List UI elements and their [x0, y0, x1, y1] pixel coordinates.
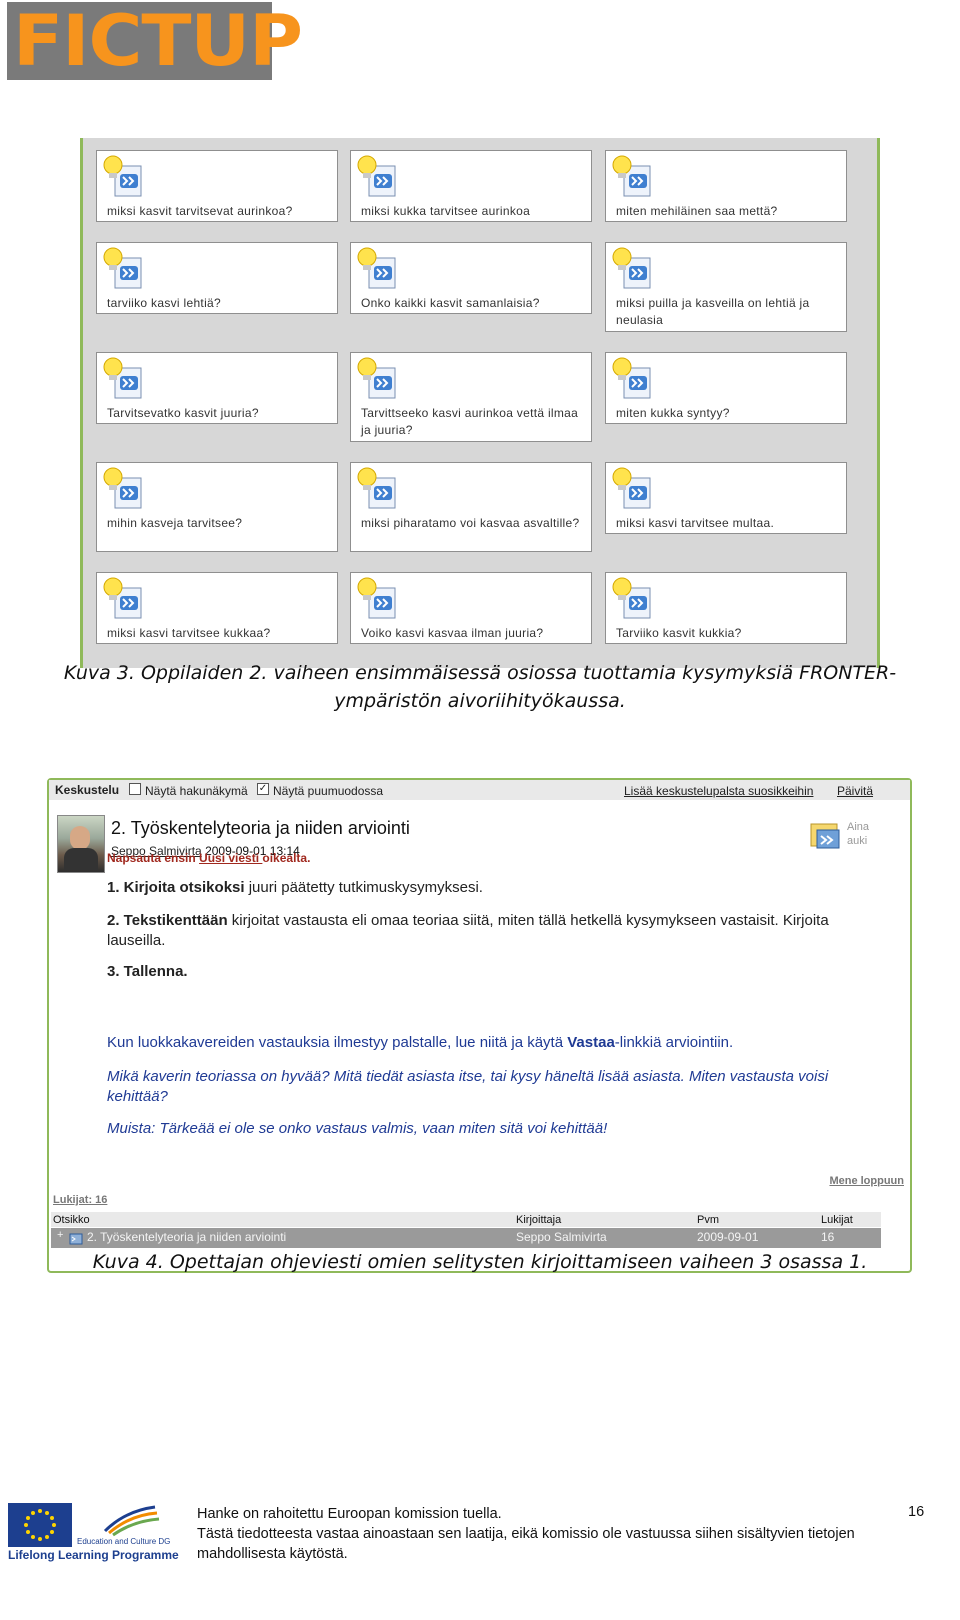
idea-lightbulb-icon	[103, 247, 142, 289]
brainstorm-question: miten mehiläinen saa mettä?	[616, 204, 778, 218]
search-view-checkbox[interactable]	[129, 783, 141, 795]
message-icon	[69, 1233, 83, 1245]
discussion-panel: Keskustelu Näytä hakunäkymä ✓ Näytä puum…	[47, 778, 912, 1273]
brainstorm-note[interactable]: mihin kasveja tarvitsee?	[96, 462, 338, 552]
row-date: 2009-09-01	[697, 1230, 759, 1244]
tree-view-label: Näytä puumuodossa	[273, 784, 384, 798]
idea-lightbulb-icon	[612, 577, 651, 619]
brainstorm-question: Tarvittseeko kasvi aurinkoa vettä ilmaa …	[361, 406, 579, 437]
idea-lightbulb-icon	[357, 467, 396, 509]
brainstorm-question: Tarviiko kasvit kukkia?	[616, 626, 742, 640]
brainstorm-note[interactable]: tarviiko kasvi lehtiä?	[96, 242, 338, 314]
tree-view-checkbox[interactable]: ✓	[257, 783, 269, 795]
brainstorm-question: Tarvitsevatko kasvit juuria?	[107, 406, 259, 420]
brainstorm-question: miksi kasvi tarvitsee multaa.	[616, 516, 775, 530]
brainstorm-question: miksi kasvit tarvitsevat aurinkoa?	[107, 204, 293, 218]
go-to-end-link[interactable]: Mene loppuun	[829, 1175, 904, 1187]
expand-icon[interactable]: +	[57, 1229, 63, 1241]
footer-line1: Hanke on rahoitettu Euroopan komission t…	[197, 1506, 502, 1522]
idea-lightbulb-icon	[612, 247, 651, 289]
search-view-label: Näytä hakunäkymä	[145, 784, 248, 798]
peer-review-instruction: Kun luokkakavereiden vastauksia ilmestyy…	[107, 1034, 734, 1051]
header-readers: Lukijat	[821, 1214, 853, 1226]
brainstorm-question: miksi piharatamo voi kasvaa asvaltille?	[361, 516, 580, 530]
new-message-link[interactable]: Uusi viesti	[199, 851, 262, 865]
footer-line2: Tästä tiedotteesta vastaa ainoastaan sen…	[197, 1526, 855, 1562]
brainstorm-note[interactable]: miten kukka syntyy?	[605, 352, 847, 424]
idea-lightbulb-icon	[357, 577, 396, 619]
brainstorm-note[interactable]: miksi piharatamo voi kasvaa asvaltille?	[350, 462, 592, 552]
instruction-red: Napsauta ensin Uusi viesti oikealta.	[107, 851, 311, 865]
header-title: Otsikko	[53, 1214, 90, 1226]
row-author: Seppo Salmivirta	[516, 1230, 607, 1244]
brainstorm-board: miksi kasvit tarvitsevat aurinkoa? miksi …	[80, 138, 880, 668]
table-row[interactable]: + 2. Työskentelyteoria ja niiden arvioin…	[51, 1228, 881, 1248]
brainstorm-note[interactable]: miksi puilla ja kasveilla on lehtiä ja n…	[605, 242, 847, 332]
idea-lightbulb-icon	[103, 467, 142, 509]
brainstorm-question: miksi kukka tarvitsee aurinkoa	[361, 204, 531, 218]
brainstorm-question: miksi puilla ja kasveilla on lehtiä ja n…	[616, 296, 810, 327]
idea-lightbulb-icon	[612, 467, 651, 509]
idea-lightbulb-icon	[357, 247, 396, 289]
brainstorm-question: Onko kaikki kasvit samanlaisia?	[361, 296, 540, 310]
step-1: 1. Kirjoita otsikoksi juuri päätetty tut…	[107, 879, 483, 896]
brainstorm-note[interactable]: Onko kaikki kasvit samanlaisia?	[350, 242, 592, 314]
figure3-caption-line1: Kuva 3. Oppilaiden 2. vaiheen ensimmäise…	[63, 662, 897, 684]
brainstorm-question: tarviiko kasvi lehtiä?	[107, 296, 221, 310]
brainstorm-note[interactable]: Tarviiko kasvit kukkia?	[605, 572, 847, 644]
always-open-label: Aina auki	[847, 821, 870, 847]
row-title[interactable]: 2. Työskentelyteoria ja niiden arviointi	[87, 1230, 286, 1244]
idea-lightbulb-icon	[357, 357, 396, 399]
message-title: 2. Työskentelyteoria ja niiden arviointi	[111, 818, 410, 838]
toolbar-title: Keskustelu	[55, 783, 120, 797]
idea-lightbulb-icon	[103, 155, 142, 197]
idea-lightbulb-icon	[103, 577, 142, 619]
brainstorm-question: miten kukka syntyy?	[616, 406, 730, 420]
eu-flag-logo	[8, 1503, 72, 1547]
author-avatar	[57, 815, 105, 873]
svg-text:Education and Culture DG: Education and Culture DG	[77, 1537, 170, 1546]
brainstorm-note[interactable]: Tarvittseeko kasvi aurinkoa vettä ilmaa …	[350, 352, 592, 442]
brainstorm-note[interactable]: miksi kukka tarvitsee aurinkoa	[350, 150, 592, 222]
always-open-indicator[interactable]: Aina auki	[809, 818, 879, 854]
header-author: Kirjoittaja	[516, 1214, 562, 1226]
brainstorm-note[interactable]: miksi kasvi tarvitsee kukkaa?	[96, 572, 338, 644]
page-number: 16	[908, 1504, 925, 1520]
idea-lightbulb-icon	[103, 357, 142, 399]
review-questions: Mikä kaverin teoriassa on hyvää? Mitä ti…	[107, 1068, 829, 1105]
lifelong-learning-label: Lifelong Learning Programme	[8, 1548, 179, 1562]
header-date: Pvm	[697, 1214, 719, 1226]
step-2: 2. Tekstikenttään kirjoitat vastausta el…	[107, 912, 829, 949]
figure3-caption-line2: ympäristön aivoriihityökaussa.	[334, 690, 626, 712]
discussion-toolbar: Keskustelu Näytä hakunäkymä ✓ Näytä puum…	[49, 780, 910, 800]
refresh-link[interactable]: Päivitä	[837, 784, 873, 798]
idea-lightbulb-icon	[612, 357, 651, 399]
logo-text: FICTUP	[13, 0, 303, 82]
education-culture-logo: Education and Culture DG	[75, 1503, 180, 1547]
fictup-logo: FICTUP	[7, 2, 303, 80]
brainstorm-note[interactable]: miten mehiläinen saa mettä?	[605, 150, 847, 222]
brainstorm-question: mihin kasveja tarvitsee?	[107, 516, 243, 530]
step-3: 3. Tallenna.	[107, 963, 188, 980]
row-readers: 16	[821, 1230, 835, 1244]
brainstorm-note[interactable]: miksi kasvit tarvitsevat aurinkoa?	[96, 150, 338, 222]
readers-count-link[interactable]: Lukijat: 16	[53, 1194, 107, 1206]
figure4-caption: Kuva 4. Opettajan ohjeviesti omien selit…	[92, 1251, 868, 1273]
thread-table-header: Otsikko Kirjoittaja Pvm Lukijat	[51, 1212, 881, 1227]
figure3-caption: Kuva 3. Oppilaiden 2. vaiheen ensimmäise…	[20, 662, 940, 712]
brainstorm-question: miksi kasvi tarvitsee kukkaa?	[107, 626, 271, 640]
brainstorm-note[interactable]: Tarvitsevatko kasvit juuria?	[96, 352, 338, 424]
add-favorites-link[interactable]: Lisää keskustelupalsta suosikkeihin	[624, 784, 813, 798]
idea-lightbulb-icon	[612, 155, 651, 197]
idea-lightbulb-icon	[357, 155, 396, 197]
reminder-text: Muista: Tärkeää ei ole se onko vastaus v…	[107, 1120, 608, 1137]
brainstorm-question: Voiko kasvi kasvaa ilman juuria?	[361, 626, 544, 640]
footer-disclaimer: Hanke on rahoitettu Euroopan komission t…	[197, 1504, 857, 1564]
brainstorm-note[interactable]: miksi kasvi tarvitsee multaa.	[605, 462, 847, 534]
brainstorm-note[interactable]: Voiko kasvi kasvaa ilman juuria?	[350, 572, 592, 644]
folder-open-icon	[810, 823, 840, 849]
